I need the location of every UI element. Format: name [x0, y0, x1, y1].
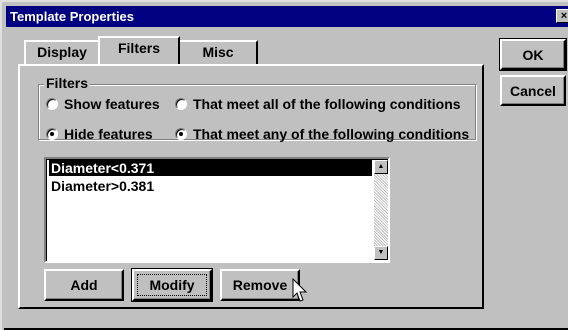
tab-filters-label: Filters	[117, 40, 160, 56]
ok-button[interactable]: OK	[499, 38, 567, 71]
meet-all-radio-circle[interactable]	[175, 98, 187, 110]
title-bar: Template Properties	[6, 6, 568, 27]
scroll-down-button[interactable]: ▼	[374, 246, 388, 260]
tab-misc-label: Misc	[202, 44, 234, 60]
meet-any-radio-circle[interactable]	[175, 128, 187, 140]
vertical-scrollbar[interactable]: ▲ ▼	[374, 160, 388, 260]
add-button[interactable]: Add	[44, 269, 124, 301]
show-features-radio[interactable]: Show features	[46, 95, 160, 113]
scroll-up-button[interactable]: ▲	[374, 160, 388, 174]
tab-display[interactable]: Display	[24, 40, 100, 64]
show-features-radio-circle[interactable]	[46, 98, 58, 110]
close-button[interactable]: ×	[556, 9, 568, 23]
meet-any-radio[interactable]: That meet any of the following condition…	[175, 125, 469, 143]
list-item[interactable]: Diameter>0.381	[49, 178, 372, 194]
tab-filters[interactable]: Filters	[98, 36, 180, 64]
meet-all-label: That meet all of the following condition…	[193, 96, 461, 112]
add-button-label: Add	[70, 277, 98, 293]
modify-button-label: Modify	[149, 277, 195, 293]
remove-button-label: Remove	[232, 277, 288, 293]
cancel-button-label: Cancel	[510, 82, 556, 99]
window-title: Template Properties	[10, 9, 135, 24]
hide-features-radio[interactable]: Hide features	[46, 125, 153, 143]
cancel-button[interactable]: Cancel	[500, 75, 566, 106]
ok-button-label: OK	[522, 46, 544, 63]
hide-features-label: Hide features	[64, 126, 153, 142]
filters-group-label: Filters	[44, 75, 91, 91]
template-properties-dialog: Template Properties × Display Filters Mi…	[0, 0, 568, 330]
show-features-label: Show features	[64, 96, 160, 112]
hide-features-radio-circle[interactable]	[46, 128, 58, 140]
meet-all-radio[interactable]: That meet all of the following condition…	[175, 95, 461, 113]
meet-any-label: That meet any of the following condition…	[193, 126, 470, 142]
scroll-down-icon: ▼	[377, 249, 385, 256]
tab-misc[interactable]: Misc	[178, 40, 258, 64]
conditions-listbox[interactable]: Diameter<0.371 Diameter>0.381 ▲ ▼	[44, 157, 390, 263]
scroll-up-icon: ▲	[377, 163, 385, 170]
remove-button[interactable]: Remove	[220, 269, 300, 301]
modify-button[interactable]: Modify	[131, 268, 213, 302]
tab-display-label: Display	[37, 44, 87, 60]
mouse-pointer-icon	[292, 278, 308, 302]
close-icon: ×	[560, 10, 568, 22]
list-item[interactable]: Diameter<0.371	[49, 160, 372, 176]
